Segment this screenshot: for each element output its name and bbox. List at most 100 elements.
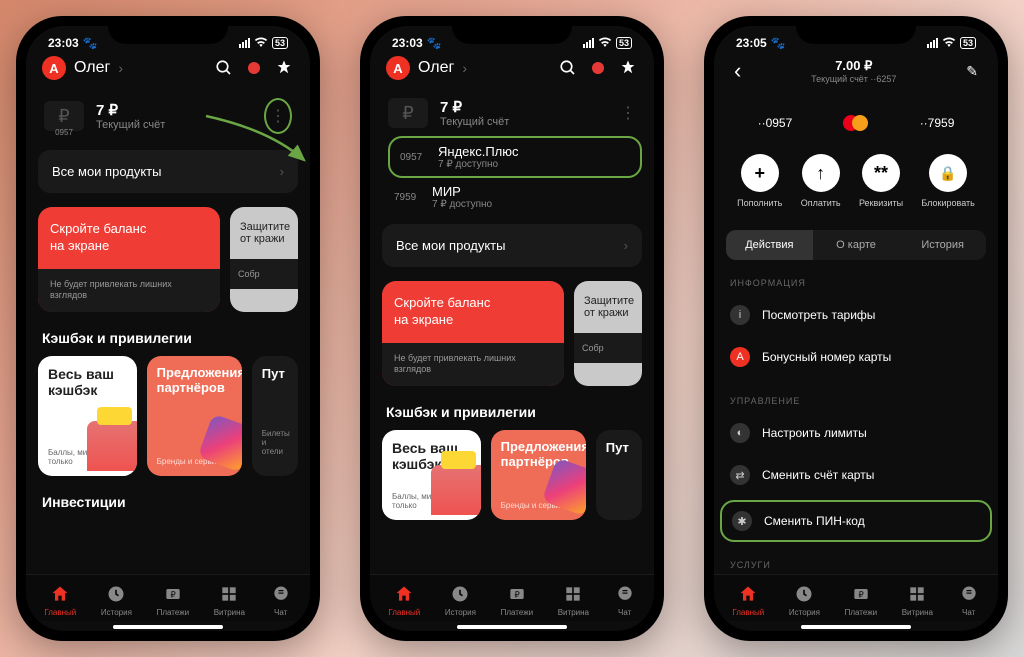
signal-icon xyxy=(583,38,594,48)
cashback-tiles: Весь ваш кэшбэк Баллы, мили и не только … xyxy=(38,356,298,476)
promo-tiles: Скройте баланс на экране Не будет привле… xyxy=(38,207,298,312)
wifi-icon xyxy=(254,37,268,50)
cashback-all-tile[interactable]: Весь ваш кэшбэк Баллы, мили и не только xyxy=(382,430,481,520)
balance-label: Текущий счёт xyxy=(440,116,509,128)
status-time: 23:03 xyxy=(48,36,79,50)
notch xyxy=(108,16,228,44)
wifi-icon xyxy=(942,37,956,50)
account-7959[interactable]: ··7959 xyxy=(920,114,955,132)
notification-icon[interactable] xyxy=(618,58,638,78)
card-mask: 7959 xyxy=(394,192,422,203)
account-0957[interactable]: ··0957 xyxy=(758,114,793,132)
gauge-icon: ◐ xyxy=(730,423,750,443)
tab-payments[interactable]: ₽Платежи xyxy=(501,583,533,617)
paw-icon: 🐾 xyxy=(427,36,442,50)
tab-showcase[interactable]: Витрина xyxy=(902,583,933,617)
tab-showcase[interactable]: Витрина xyxy=(558,583,589,617)
all-products-button[interactable]: Все мои продукты › xyxy=(38,150,298,193)
more-vertical-icon[interactable]: ⋮ xyxy=(264,98,292,134)
group-management: УПРАВЛЕНИЕ xyxy=(730,396,982,406)
currency-badge: ₽ xyxy=(388,98,428,128)
card-yandex-plus[interactable]: 0957 Яндекс.Плюс 7 ₽ доступно xyxy=(388,136,642,178)
card-mir[interactable]: 7959 МИР 7 ₽ доступно xyxy=(388,178,642,216)
record-indicator[interactable] xyxy=(248,62,260,74)
cashback-all-tile[interactable]: Весь ваш кэшбэк Баллы, мили и не только xyxy=(38,356,137,476)
svg-text:₽: ₽ xyxy=(514,589,519,599)
all-products-button[interactable]: Все мои продукты › xyxy=(382,224,642,267)
chevron-right-icon: › xyxy=(462,60,467,76)
screen-3: 23:05 🐾 53 ‹ 7.00 ₽ Текущий счёт ··6257 … xyxy=(714,26,998,631)
home-indicator[interactable] xyxy=(457,625,567,629)
home-indicator[interactable] xyxy=(113,625,223,629)
record-indicator[interactable] xyxy=(592,62,604,74)
wifi-icon xyxy=(598,37,612,50)
screen-2: 23:03 🐾 53 A Олег › xyxy=(370,26,654,631)
tab-about-card[interactable]: О карте xyxy=(813,230,900,260)
tab-showcase[interactable]: Витрина xyxy=(214,583,245,617)
arrow-up-icon: ↑ xyxy=(802,154,840,192)
travel-tile[interactable]: Пут xyxy=(596,430,642,520)
tab-home[interactable]: Главный xyxy=(44,583,76,617)
search-icon[interactable] xyxy=(214,58,234,78)
tab-home[interactable]: Главный xyxy=(732,583,764,617)
detail-header: ‹ 7.00 ₽ Текущий счёт ··6257 ✎ xyxy=(726,52,986,88)
partners-tile[interactable]: Предложения партнёров Бренды и сервисы xyxy=(147,356,242,476)
balance-card[interactable]: ₽ 7 ₽ Текущий счёт ⋮ xyxy=(382,90,642,136)
partners-tile[interactable]: Предложения партнёров Бренды и сервисы xyxy=(491,430,586,520)
lock-icon: 🔒 xyxy=(929,154,967,192)
tab-history[interactable]: История xyxy=(445,583,476,617)
card-name: МИР xyxy=(432,184,492,199)
more-vertical-icon[interactable]: ⋮ xyxy=(620,103,636,123)
tab-history[interactable]: История xyxy=(789,583,820,617)
protect-tile[interactable]: Защитите от кражи Собр xyxy=(574,281,642,386)
paw-icon: 🐾 xyxy=(83,36,98,50)
chevron-right-icon: › xyxy=(280,164,284,179)
tab-bar: Главный История ₽Платежи Витрина Чат xyxy=(370,574,654,621)
home-indicator[interactable] xyxy=(801,625,911,629)
balance-card[interactable]: ₽0957 7 ₽ Текущий счёт ⋮ xyxy=(38,90,298,142)
travel-tile[interactable]: Пут Билеты и отели xyxy=(252,356,298,476)
tab-home[interactable]: Главный xyxy=(388,583,420,617)
user-name: Олег xyxy=(418,59,454,77)
back-icon[interactable]: ‹ xyxy=(734,58,741,84)
tab-payments[interactable]: ₽Платежи xyxy=(157,583,189,617)
tab-actions[interactable]: Действия xyxy=(726,230,813,260)
details-button[interactable]: **Реквизиты xyxy=(859,154,903,208)
tab-card-history[interactable]: История xyxy=(899,230,986,260)
balance-amount: 7 ₽ xyxy=(440,98,509,116)
phone-3: 23:05 🐾 53 ‹ 7.00 ₽ Текущий счёт ··6257 … xyxy=(704,16,1008,641)
bank-logo: A xyxy=(386,56,410,80)
tile-footer: Не будет привлекать лишних взглядов xyxy=(382,343,564,386)
battery-icon: 53 xyxy=(616,37,632,49)
row-swap-account[interactable]: ⇄ Сменить счёт карты xyxy=(726,454,986,496)
tab-history[interactable]: История xyxy=(101,583,132,617)
investments-section-title[interactable]: Инвестиции xyxy=(42,494,294,510)
protect-tile[interactable]: Защитите от кражи Собр xyxy=(230,207,298,312)
hide-balance-tile[interactable]: Скройте баланс на экране Не будет привле… xyxy=(382,281,564,386)
chevron-right-icon: › xyxy=(624,238,628,253)
search-icon[interactable] xyxy=(558,58,578,78)
row-change-pin[interactable]: ✱ Сменить ПИН-код xyxy=(720,500,992,542)
topup-button[interactable]: +Пополнить xyxy=(737,154,782,208)
edit-icon[interactable]: ✎ xyxy=(966,63,978,80)
pay-button[interactable]: ↑Оплатить xyxy=(801,154,841,208)
swap-icon: ⇄ xyxy=(730,465,750,485)
tab-chat[interactable]: Чат xyxy=(958,583,980,617)
block-button[interactable]: 🔒Блокировать xyxy=(921,154,974,208)
promo-tiles: Скройте баланс на экране Не будет привле… xyxy=(382,281,642,386)
tab-bar: Главный История ₽Платежи Витрина Чат xyxy=(26,574,310,621)
row-limits[interactable]: ◐ Настроить лимиты xyxy=(726,412,986,454)
row-bonus-number[interactable]: A Бонусный номер карты xyxy=(726,336,986,378)
row-tariffs[interactable]: i Посмотреть тарифы xyxy=(726,294,986,336)
notification-icon[interactable] xyxy=(274,58,294,78)
signal-icon xyxy=(239,38,250,48)
bank-logo: A xyxy=(42,56,66,80)
tab-payments[interactable]: ₽Платежи xyxy=(845,583,877,617)
card-available: 7 ₽ доступно xyxy=(438,159,519,170)
balance-label: Текущий счёт xyxy=(96,119,165,131)
user-chip[interactable]: A Олег › xyxy=(42,56,123,80)
tab-chat[interactable]: Чат xyxy=(270,583,292,617)
user-chip[interactable]: A Олег › xyxy=(386,56,467,80)
hide-balance-tile[interactable]: Скройте баланс на экране Не будет привле… xyxy=(38,207,220,312)
tab-chat[interactable]: Чат xyxy=(614,583,636,617)
